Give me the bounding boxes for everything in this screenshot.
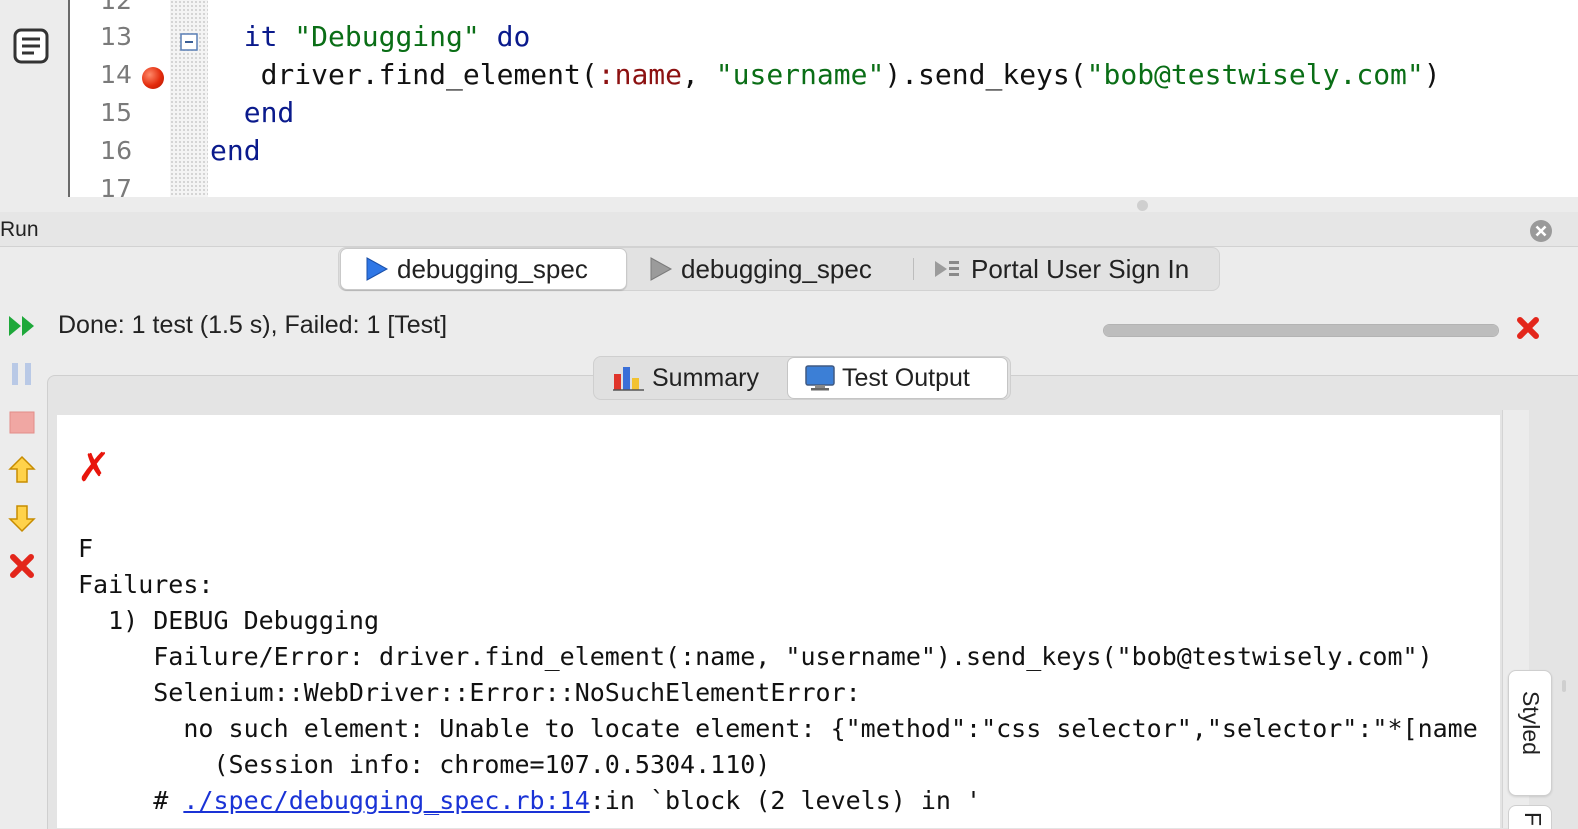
string-literal: "username" <box>715 58 885 91</box>
tab-label: debugging_spec <box>397 253 588 284</box>
string-literal: "bob@testwisely.com" <box>1086 58 1424 91</box>
rerun-icon[interactable] <box>6 310 38 342</box>
code-line[interactable]: end <box>210 132 261 170</box>
panel-edge-handle[interactable] <box>1562 680 1566 692</box>
close-icon[interactable] <box>1528 218 1554 244</box>
bar-chart-icon <box>613 367 644 391</box>
monitor-icon <box>805 365 835 391</box>
line-number: 13 <box>100 22 132 51</box>
fail-mark-icon: ✗ <box>77 445 111 491</box>
failed-icon <box>1517 317 1539 339</box>
output-line: Failure/Error: driver.find_element(:name… <box>78 642 1433 671</box>
tab-label: Portal User Sign In <box>971 253 1190 284</box>
editor-side-strip <box>0 0 70 197</box>
code-line[interactable]: driver.find_element(:name, "username").s… <box>210 56 1441 94</box>
output-line: no such element: Unable to locate elemen… <box>78 714 1478 743</box>
code-editor[interactable]: 12 13 14 15 16 17 it "Debugging" do driv… <box>0 0 1578 197</box>
next-failure-icon[interactable] <box>6 502 38 534</box>
stack-trace-line: # ./spec/debugging_spec.rb:14:in `block … <box>78 783 981 819</box>
symbol-literal: :name <box>597 58 683 91</box>
stop-icon[interactable] <box>6 406 38 438</box>
line-number: 17 <box>100 174 132 197</box>
panel-title: Run <box>0 218 39 241</box>
code-line[interactable]: it "Debugging" do <box>210 18 531 56</box>
code-text: , <box>682 58 716 91</box>
side-tab-label: Styled <box>1518 691 1544 755</box>
tab-label: Test Output <box>842 363 970 392</box>
code-line[interactable]: end <box>210 94 295 132</box>
collapse-icon[interactable] <box>180 33 198 51</box>
side-tab[interactable]: F <box>1508 805 1552 829</box>
progress-bar <box>1103 324 1499 337</box>
output-line: Selenium::WebDriver::Error::NoSuchElemen… <box>78 678 861 707</box>
code-text: ).send_keys( <box>884 58 1087 91</box>
tab-separator <box>913 258 914 280</box>
splitter-handle[interactable] <box>1137 200 1148 211</box>
fold-strip <box>170 0 208 197</box>
line-number: 12 <box>100 0 132 15</box>
tab-debugging-spec-1[interactable]: debugging_spec <box>340 248 627 290</box>
tab-debugging-spec-2[interactable]: debugging_spec <box>647 248 907 290</box>
test-suite-icon <box>935 261 959 277</box>
show-failures-icon[interactable] <box>6 550 38 582</box>
line-number: 16 <box>100 136 132 165</box>
navigator-icon[interactable] <box>10 24 52 66</box>
string-literal: "Debugging" <box>294 20 480 53</box>
output-line: 1) DEBUG Debugging <box>78 606 380 635</box>
code-text: ) <box>1423 58 1441 91</box>
keyword: end <box>210 134 261 167</box>
run-icon <box>650 257 673 281</box>
run-panel-header: Run <box>0 212 1578 247</box>
run-status: Done: 1 test (1.5 s), Failed: 1 [Test] <box>58 311 448 339</box>
tab-summary[interactable]: Summary <box>612 357 790 399</box>
line-number: 14 <box>100 60 132 89</box>
run-icon <box>366 257 389 281</box>
keyword: do <box>496 20 531 53</box>
output-line: Failures: <box>78 570 214 599</box>
output-line: (Session info: chrome=107.0.5304.110) <box>78 750 771 779</box>
output-text: # <box>78 786 184 815</box>
output-subtabs: Summary Test Output <box>593 356 1011 400</box>
styled-side-tab[interactable]: Styled <box>1508 670 1552 796</box>
pause-icon[interactable] <box>6 358 38 390</box>
run-tabs: debugging_spec debugging_spec Portal Use… <box>338 247 1220 291</box>
keyword: it <box>243 20 278 53</box>
breakpoint-icon[interactable] <box>142 67 164 89</box>
tab-label: Summary <box>652 363 759 392</box>
run-toolbar <box>0 300 45 590</box>
line-number: 15 <box>100 98 132 127</box>
progress-fill <box>1104 325 1498 336</box>
source-link[interactable]: ./spec/debugging_spec.rb:14 <box>183 786 589 815</box>
test-output-pane[interactable]: ✗ F Failures: 1) DEBUG Debugging Failure… <box>57 415 1500 828</box>
output-line: F <box>78 534 94 563</box>
tab-label: debugging_spec <box>681 253 872 284</box>
code-text: driver.find_element( <box>260 58 598 91</box>
tab-test-output[interactable]: Test Output <box>787 357 1008 399</box>
tab-portal-user-sign-in[interactable]: Portal User Sign In <box>933 248 1215 290</box>
output-text: :in `block (2 levels) in ' <box>589 786 982 815</box>
keyword: end <box>243 96 295 129</box>
previous-failure-icon[interactable] <box>6 454 38 486</box>
side-tab-label: F <box>1520 812 1546 827</box>
